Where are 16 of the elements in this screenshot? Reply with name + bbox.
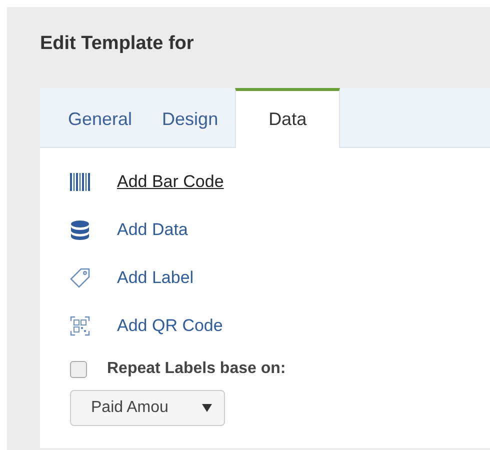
tab[interactable]: General	[55, 88, 146, 147]
checkbox[interactable]	[70, 360, 87, 378]
tag-icon	[70, 268, 90, 288]
action-link[interactable]: Add Label	[117, 268, 194, 288]
database-icon	[70, 220, 90, 240]
action-link[interactable]: Add Bar Code	[117, 172, 224, 192]
checkbox-label: Repeat Labels base on:	[107, 360, 286, 378]
qr-code-icon	[70, 316, 90, 336]
action-link[interactable]: Add Data	[117, 220, 188, 240]
barcode-icon	[70, 172, 90, 192]
caret-icon	[202, 404, 212, 412]
panel-title: Edit Template for	[40, 33, 195, 56]
tab[interactable]: Design	[149, 88, 232, 147]
tab[interactable]: Data	[235, 88, 340, 148]
dropdown[interactable]: Paid Amou	[70, 390, 225, 426]
action-link[interactable]: Add QR Code	[117, 316, 223, 336]
